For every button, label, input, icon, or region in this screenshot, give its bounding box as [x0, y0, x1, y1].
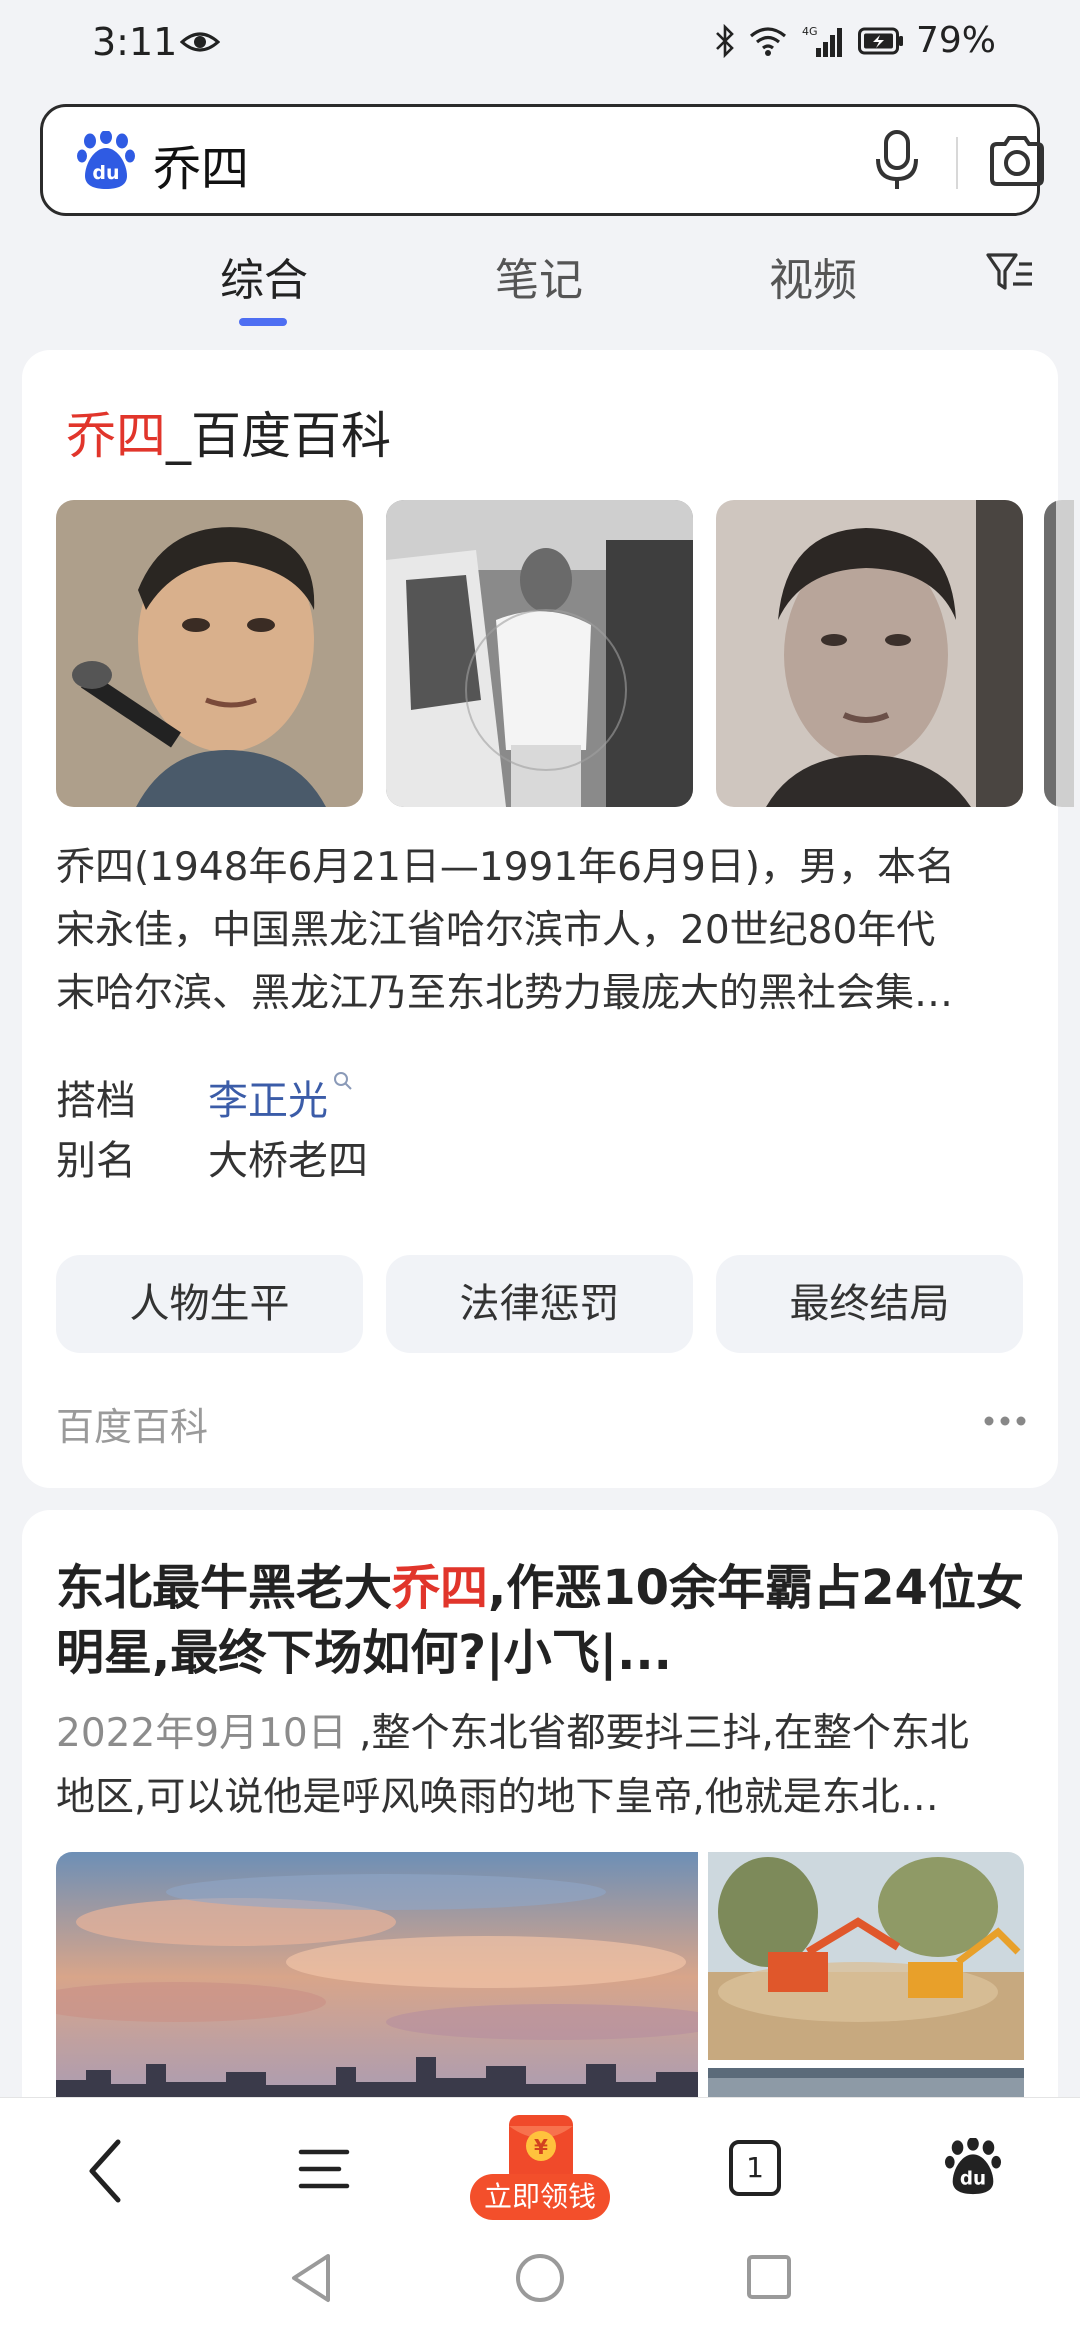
- status-bar: 3:11 4G 79%: [0, 0, 1080, 96]
- menu-icon[interactable]: [297, 2144, 351, 2194]
- baike-title-suffix: _百度百科: [166, 407, 391, 465]
- pill-legal-punishment[interactable]: 法律惩罚: [386, 1255, 693, 1353]
- back-arrow-icon[interactable]: [82, 2136, 128, 2206]
- news-title-part: 东北最牛黑老大: [56, 1560, 393, 1616]
- news-snippet-text: 地区,可以说他是呼风唤雨的地下皇帝,他就是东北…: [56, 1775, 939, 1820]
- partner-link[interactable]: 李正光: [208, 1068, 354, 1126]
- battery-percent: 79%: [915, 20, 996, 61]
- news-title-line: 明星,最终下场如何?|小飞|...: [56, 1625, 672, 1681]
- news-image-city-sunset[interactable]: [56, 1852, 698, 2102]
- news-title-keyword: 乔四: [392, 1560, 489, 1616]
- yuan-symbol: ¥: [534, 2135, 548, 2159]
- bluetooth-icon: [716, 23, 734, 58]
- baidu-paw-icon: du: [77, 131, 135, 189]
- partner-label: 搭档: [56, 1078, 136, 1124]
- more-photos-peek[interactable]: [1044, 500, 1074, 807]
- alias-value: 大桥老四: [208, 1138, 368, 1184]
- baike-title-keyword: 乔四: [66, 407, 166, 465]
- claim-money-label: 立即领钱: [470, 2174, 610, 2220]
- tab-zonghe[interactable]: 综合: [220, 244, 308, 308]
- search-icon: [334, 1072, 352, 1090]
- more-options-icon[interactable]: [982, 1414, 1028, 1428]
- status-time: 3:11: [92, 20, 178, 64]
- summary-line: 乔四(1948年6月21日—1991年6月9日)，男，本名: [56, 845, 955, 890]
- svg-text:du: du: [960, 2168, 986, 2189]
- nav-recents-icon[interactable]: [746, 2254, 792, 2300]
- arrest-photo[interactable]: [386, 500, 693, 807]
- system-nav-bar: [0, 2220, 1080, 2340]
- news-snippet: 2022年9月10日 ,整个东北省都要抖三抖,在整个东北 地区,可以说他是呼风唤…: [56, 1702, 1046, 1830]
- status-icons: 4G 79%: [714, 20, 996, 61]
- news-image-excavators[interactable]: [708, 1852, 1024, 2060]
- screen: 3:11 4G 79% du 乔四 综合 笔记 视频 乔四_百度百科 乔四(19…: [0, 0, 1080, 2340]
- news-title[interactable]: 东北最牛黑老大乔四,作恶10余年霸占24位女 明星,最终下场如何?|小飞|...: [56, 1556, 1036, 1686]
- eye-icon: [180, 32, 220, 52]
- microphone-icon[interactable]: [871, 129, 923, 193]
- signal-icon: 4G: [802, 25, 842, 57]
- portrait-photo-1[interactable]: [56, 500, 363, 807]
- partner-value: 李正光: [208, 1078, 328, 1124]
- network-type: 4G: [802, 25, 818, 38]
- alias-label: 别名: [56, 1138, 136, 1184]
- baike-card[interactable]: 乔四_百度百科 乔四(1948年6月21日—1991年6月9日)，男，本名 宋永…: [22, 350, 1074, 1488]
- search-input[interactable]: 乔四: [153, 129, 249, 199]
- nav-back-icon[interactable]: [286, 2250, 336, 2306]
- pill-biography[interactable]: 人物生平: [56, 1255, 363, 1353]
- tab-video[interactable]: 视频: [769, 244, 857, 308]
- portrait-photo-2[interactable]: [716, 500, 1023, 807]
- battery-icon: [857, 27, 903, 54]
- tab-notes[interactable]: 笔记: [495, 244, 583, 308]
- claim-money-button[interactable]: ¥ 立即领钱: [470, 2112, 610, 2228]
- news-title-part: ,作恶10余年霸占24位女: [488, 1560, 1024, 1616]
- tab-switcher-button[interactable]: 1: [729, 2140, 781, 2196]
- baidu-paw-icon[interactable]: du: [944, 2138, 1002, 2196]
- summary-line: 末哈尔滨、黑龙江乃至东北势力最庞大的黑社会集…: [56, 971, 954, 1016]
- wifi-icon: [749, 26, 787, 56]
- tab-active-indicator: [239, 318, 287, 326]
- filter-icon[interactable]: [985, 250, 1035, 296]
- source-label[interactable]: 百度百科: [56, 1396, 208, 1451]
- camera-icon[interactable]: [987, 133, 1047, 189]
- search-divider: [956, 137, 958, 189]
- svg-text:du: du: [92, 162, 119, 184]
- news-date: 2022年9月10日: [56, 1711, 347, 1756]
- pill-final-outcome[interactable]: 最终结局: [716, 1255, 1023, 1353]
- nav-home-icon[interactable]: [514, 2252, 566, 2304]
- baike-title[interactable]: 乔四_百度百科: [66, 396, 391, 468]
- news-snippet-text: ,整个东北省都要抖三抖,在整个东北: [346, 1711, 969, 1756]
- summary-line: 宋永佳，中国黑龙江省哈尔滨市人，20世纪80年代: [56, 908, 936, 953]
- search-bar[interactable]: du 乔四: [40, 104, 1044, 216]
- baike-summary[interactable]: 乔四(1948年6月21日—1991年6月9日)，男，本名 宋永佳，中国黑龙江省…: [56, 836, 1046, 1025]
